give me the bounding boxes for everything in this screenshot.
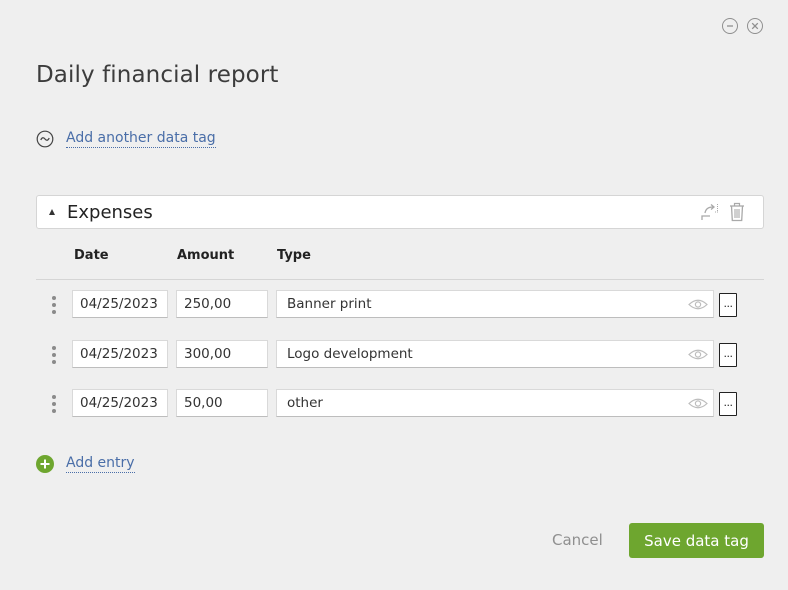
add-data-tag[interactable]: Add another data tag (36, 130, 216, 148)
eye-icon[interactable] (688, 298, 708, 311)
date-field[interactable]: 04/25/2023 (72, 290, 168, 318)
date-field[interactable]: 04/25/2023 (72, 389, 168, 417)
type-field[interactable]: Logo development (276, 340, 714, 368)
caret-up-icon[interactable] (49, 209, 55, 215)
amount-field[interactable]: 300,00 (176, 340, 268, 368)
trash-icon[interactable] (729, 202, 745, 222)
drag-handle-icon[interactable] (52, 296, 57, 314)
add-entry-link[interactable]: Add entry (66, 455, 135, 473)
save-data-tag-button[interactable]: Save data tag (629, 523, 764, 558)
minimize-button[interactable] (722, 18, 738, 34)
header-divider (36, 279, 764, 280)
drag-handle-icon[interactable] (52, 346, 57, 364)
drag-handle-icon[interactable] (52, 395, 57, 413)
column-header-amount: Amount (177, 248, 235, 263)
type-field[interactable]: Banner print (276, 290, 714, 318)
table-row: 04/25/2023 300,00 Logo development ... (0, 340, 788, 370)
more-options-button[interactable]: ... (719, 392, 737, 416)
amount-field[interactable]: 250,00 (176, 290, 268, 318)
eye-icon[interactable] (688, 348, 708, 361)
page-title: Daily financial report (36, 62, 279, 88)
eye-icon[interactable] (688, 397, 708, 410)
more-options-button[interactable]: ... (719, 343, 737, 367)
table-row: 04/25/2023 250,00 Banner print ... (0, 290, 788, 320)
section-title: Expenses (67, 202, 153, 223)
column-header-date: Date (74, 248, 109, 263)
cancel-button[interactable]: Cancel (552, 531, 603, 549)
more-options-button[interactable]: ... (719, 293, 737, 317)
date-field[interactable]: 04/25/2023 (72, 340, 168, 368)
close-button[interactable] (747, 18, 763, 34)
column-header-type: Type (277, 248, 311, 263)
tilde-icon (36, 130, 54, 148)
expenses-section-header[interactable]: Expenses (36, 195, 764, 229)
export-icon[interactable] (700, 203, 720, 221)
plus-icon[interactable] (36, 455, 54, 473)
minimize-icon (727, 25, 733, 27)
add-entry[interactable]: Add entry (36, 455, 135, 473)
table-row: 04/25/2023 50,00 other ... (0, 389, 788, 419)
amount-field[interactable]: 50,00 (176, 389, 268, 417)
close-icon (751, 22, 759, 30)
type-field[interactable]: other (276, 389, 714, 417)
add-data-tag-link[interactable]: Add another data tag (66, 130, 216, 148)
